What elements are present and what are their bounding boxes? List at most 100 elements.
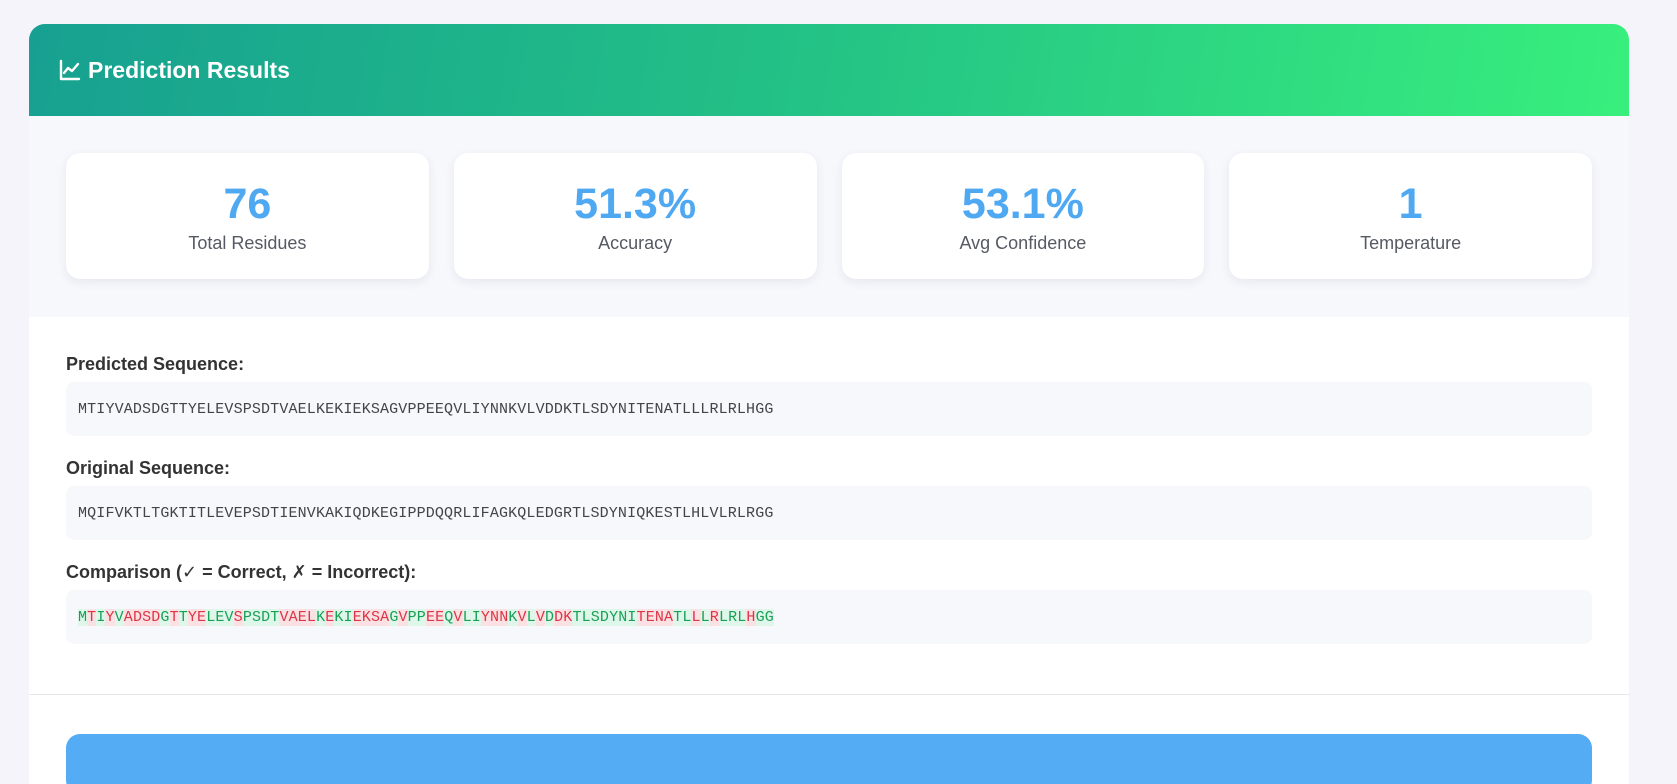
residue-correct: D <box>599 608 610 626</box>
residue-incorrect: R <box>709 608 719 626</box>
residue-incorrect: E <box>645 608 655 626</box>
panel-header: Prediction Results <box>29 24 1629 116</box>
residue-correct: L <box>462 608 472 626</box>
predicted-sequence-box: MTIYVADSDGTTYELEVSPSDTVAELKEKIEKSAGVPPEE… <box>66 382 1592 436</box>
chart-line-icon <box>59 59 81 81</box>
residue-correct: P <box>242 608 252 626</box>
predicted-sequence-label: Predicted Sequence: <box>66 354 245 374</box>
residue-correct: L <box>526 608 536 626</box>
residue-correct: L <box>581 608 591 626</box>
residue-correct: G <box>389 608 399 626</box>
residue-incorrect: N <box>490 608 500 626</box>
residue-correct: L <box>700 608 710 626</box>
residue-incorrect: E <box>325 608 335 626</box>
comparison-label: Comparison (✓ = Correct, ✗ = Incorrect): <box>66 562 417 582</box>
residue-correct: T <box>270 608 280 626</box>
residue-correct: I <box>627 608 637 626</box>
residue-incorrect: L <box>306 608 317 626</box>
residue-incorrect: Y <box>480 608 491 626</box>
residue-correct: E <box>215 608 225 626</box>
residue-incorrect: A <box>380 608 390 626</box>
residue-correct: G <box>764 608 774 626</box>
residue-correct: P <box>407 608 417 626</box>
residue-correct: S <box>590 608 600 626</box>
residue-correct: D <box>544 608 555 626</box>
residue-correct: I <box>471 608 481 626</box>
stat-label: Temperature <box>1360 233 1462 253</box>
residue-correct: G <box>755 608 765 626</box>
residue-incorrect: E <box>435 608 445 626</box>
residue-correct: P <box>416 608 426 626</box>
stats-section: 76 Total Residues 51.3% Accuracy 53.1% A… <box>29 116 1629 317</box>
action-button[interactable] <box>66 734 1592 784</box>
residue-correct: R <box>728 608 738 626</box>
residue-correct: D <box>261 608 271 626</box>
residue-incorrect: Y <box>187 608 198 626</box>
residue-incorrect: H <box>746 608 756 626</box>
residue-incorrect: T <box>169 608 179 626</box>
original-sequence-label: Original Sequence: <box>66 458 231 478</box>
residue-incorrect: L <box>691 608 701 626</box>
stat-value: 1 <box>1398 180 1423 228</box>
residue-incorrect: V <box>453 608 463 626</box>
stat-card-accuracy: 51.3% Accuracy <box>453 153 817 279</box>
sequence-section: Predicted Sequence: MTIYVADSDGTTYELEVSPS… <box>29 317 1629 695</box>
residue-incorrect: E <box>352 608 362 626</box>
residue-incorrect: D <box>151 608 161 626</box>
prediction-results-panel: Prediction Results 76 Total Residues 51.… <box>29 24 1629 784</box>
residue-correct: N <box>618 608 628 626</box>
residue-incorrect: T <box>87 608 97 626</box>
residue-incorrect: V <box>398 608 408 626</box>
residue-incorrect: S <box>142 608 152 626</box>
residue-correct: L <box>718 608 729 626</box>
stat-card-total-residues: 76 Total Residues <box>66 153 429 279</box>
residue-incorrect: D <box>132 608 143 626</box>
residue-correct: Q <box>444 608 454 626</box>
residue-incorrect: S <box>371 608 381 626</box>
residue-correct: K <box>334 608 344 626</box>
residue-correct: T <box>673 608 683 626</box>
residue-incorrect: D <box>554 608 564 626</box>
residue-correct: V <box>114 608 124 626</box>
residue-correct: L <box>682 608 692 626</box>
residue-correct: G <box>160 608 170 626</box>
residue-correct: V <box>224 608 234 626</box>
residue-incorrect: E <box>425 608 436 626</box>
stat-label: Avg Confidence <box>959 233 1087 253</box>
residue-correct: K <box>316 608 326 626</box>
stat-value: 76 <box>223 180 272 228</box>
residue-correct: S <box>251 608 262 626</box>
stat-card-temperature: 1 Temperature <box>1229 153 1592 279</box>
residue-incorrect: N <box>654 608 664 626</box>
residue-correct: T <box>178 608 188 626</box>
panel-title: Prediction Results <box>88 56 290 83</box>
stat-value: 53.1% <box>961 180 1084 228</box>
stat-value: 51.3% <box>574 180 697 228</box>
residue-incorrect: S <box>233 608 243 626</box>
residue-correct: Y <box>609 608 619 626</box>
residue-incorrect: A <box>123 608 133 626</box>
residue-correct: T <box>572 608 582 626</box>
residue-correct: I <box>96 608 106 626</box>
residue-correct: M <box>78 608 88 626</box>
residue-incorrect: T <box>636 608 646 626</box>
residue-incorrect: N <box>499 608 509 626</box>
residue-correct: K <box>508 608 518 626</box>
residue-incorrect: E <box>297 608 307 626</box>
residue-correct: L <box>206 608 216 626</box>
residue-incorrect: K <box>563 608 573 626</box>
residue-incorrect: V <box>517 608 527 626</box>
stat-label: Total Residues <box>188 233 307 253</box>
residue-correct: I <box>343 608 353 626</box>
residue-correct: L <box>737 608 747 626</box>
comparison-box: MTIYVADSDGTTYELEVSPSDTVAELKEKIEKSAGVPPEE… <box>66 590 1592 644</box>
residue-incorrect: V <box>279 608 289 626</box>
residue-incorrect: K <box>361 608 371 626</box>
residue-incorrect: E <box>197 608 207 626</box>
stat-card-avg-confidence: 53.1% Avg Confidence <box>841 153 1205 279</box>
stat-label: Accuracy <box>598 233 673 253</box>
residue-incorrect: A <box>664 608 674 626</box>
residue-incorrect: V <box>535 608 545 626</box>
original-sequence-box: MQIFVKTLTGKTITLEVEPSDTIENVKAKIQDKEGIPPDQ… <box>66 486 1592 540</box>
residue-incorrect: A <box>288 608 298 626</box>
